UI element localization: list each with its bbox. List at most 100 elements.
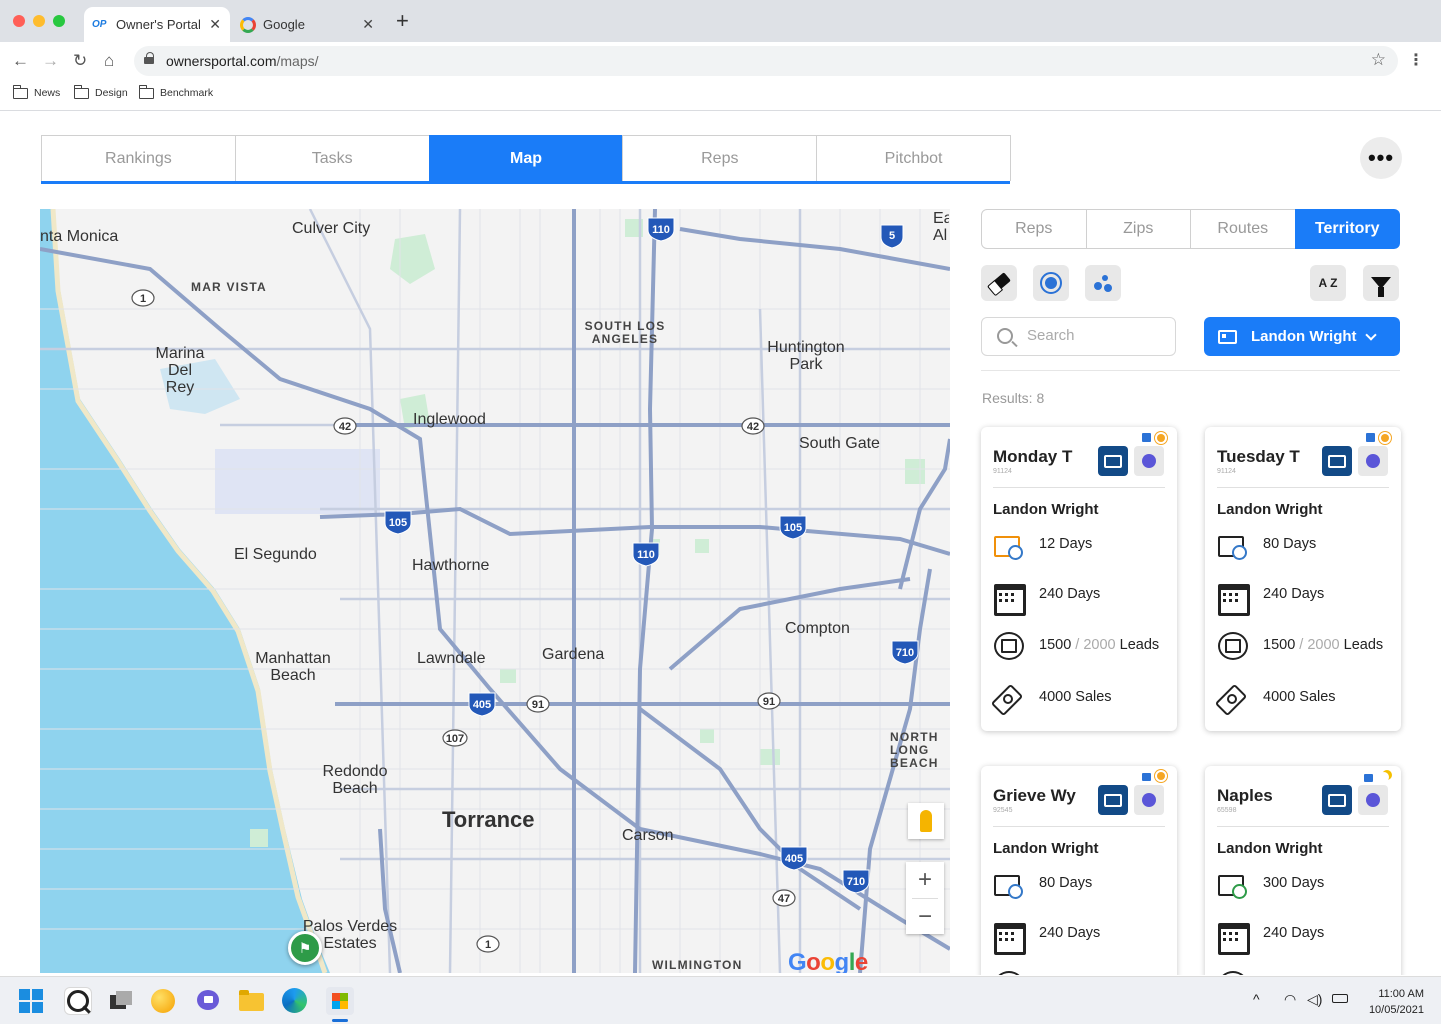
browser-tab-title: Google — [263, 17, 305, 32]
tab-tasks[interactable]: Tasks — [234, 135, 430, 181]
svg-text:47: 47 — [778, 893, 790, 905]
sort-button[interactable]: A Z — [1310, 265, 1346, 301]
search-icon[interactable] — [64, 987, 92, 1015]
leads-stat — [993, 969, 1173, 975]
clock-date: 10/05/2021 — [1368, 1004, 1424, 1016]
browser-menu-icon[interactable]: ⋮ — [1408, 50, 1424, 70]
file-explorer-icon[interactable] — [238, 987, 266, 1015]
days-total-stat: 240 Days — [993, 579, 1173, 616]
territory-card[interactable]: Monday T 91124 Landon Wright 12 Days 240… — [981, 427, 1177, 731]
new-tab-button[interactable]: + — [396, 10, 409, 32]
map-label: Marina Del Rey — [155, 345, 205, 396]
map-canvas: 1 42 42 91 91 107 47 1 110 105 105 110 5… — [40, 209, 950, 973]
bookmark-news[interactable]: News — [12, 84, 60, 99]
territory-magic-button[interactable] — [1134, 446, 1164, 476]
zoom-out-button[interactable]: − — [906, 899, 944, 935]
svg-text:110: 110 — [652, 224, 670, 236]
tab-pitchbot[interactable]: Pitchbot — [816, 135, 1011, 181]
bookmark-design[interactable]: Design — [73, 84, 128, 99]
reload-icon[interactable]: ↻ — [73, 51, 87, 71]
bookmark-star-icon[interactable]: ☆ — [1371, 50, 1386, 70]
id-card-icon — [1218, 329, 1237, 344]
results-count: Results: 8 — [982, 390, 1045, 406]
territory-settings-button[interactable] — [1098, 785, 1128, 815]
edge-icon[interactable] — [282, 988, 307, 1013]
circle-select-button[interactable] — [1033, 265, 1069, 301]
zoom-in-button[interactable]: + — [906, 862, 944, 898]
tab-panel-territory[interactable]: Territory — [1294, 209, 1400, 249]
map-view[interactable]: 1 42 42 91 91 107 47 1 110 105 105 110 5… — [40, 209, 950, 973]
territory-rep: Landon Wright — [993, 501, 1099, 518]
territory-card[interactable]: Grieve Wy 92545 Landon Wright 80 Days 24… — [981, 766, 1177, 975]
territory-rep: Landon Wright — [1217, 501, 1323, 518]
territory-card[interactable]: Naples 65598 Landon Wright 300 Days 240 … — [1205, 766, 1401, 975]
map-label: MAR VISTA — [191, 280, 267, 294]
battery-icon[interactable] — [1332, 994, 1348, 1003]
tab-panel-routes[interactable]: Routes — [1190, 209, 1296, 249]
tab-panel-reps[interactable]: Reps — [981, 209, 1087, 249]
more-options-button[interactable]: ••• — [1360, 137, 1402, 179]
territory-magic-button[interactable] — [1358, 446, 1388, 476]
browser-tab-google[interactable]: Google ✕ — [231, 7, 383, 42]
moon-icon — [1379, 772, 1389, 782]
search-input[interactable] — [1027, 327, 1167, 344]
widgets-icon[interactable] — [151, 989, 175, 1013]
browser-tab-strip: OP Owner's Portal ✕ Google ✕ + — [0, 0, 1441, 42]
clock-time: 11:00 AM — [1378, 988, 1424, 1000]
territory-settings-button[interactable] — [1098, 446, 1128, 476]
browser-tab-owners-portal[interactable]: OP Owner's Portal ✕ — [84, 7, 230, 42]
tab-reps[interactable]: Reps — [622, 135, 818, 181]
home-icon[interactable]: ⌂ — [104, 51, 114, 71]
price-tag-icon — [1217, 683, 1247, 711]
svg-text:1: 1 — [140, 293, 146, 305]
address-bar[interactable]: ownersportal.com/maps/ ☆ — [134, 46, 1398, 76]
chat-icon[interactable] — [195, 987, 223, 1015]
map-label: South Gate — [799, 435, 880, 452]
briefcase-badge-icon — [1142, 773, 1151, 781]
svg-text:710: 710 — [896, 647, 914, 659]
circle-select-icon — [1040, 272, 1062, 294]
bookmark-benchmark[interactable]: Benchmark — [138, 84, 213, 99]
task-view-icon[interactable] — [108, 987, 136, 1015]
panel-tabs: Reps Zips Routes Territory — [981, 209, 1400, 249]
territory-magic-button[interactable] — [1358, 785, 1388, 815]
leads-icon — [1217, 970, 1248, 975]
flag-marker-icon[interactable]: ⚑ — [288, 931, 322, 965]
calendar-icon — [993, 919, 1026, 955]
tray-overflow-chevron-icon[interactable]: ^ — [1253, 991, 1260, 1007]
google-logo: Google — [788, 949, 868, 973]
google-favicon-icon — [240, 16, 256, 33]
street-view-pegman-icon[interactable] — [908, 803, 944, 839]
window-minimize-button[interactable] — [33, 15, 45, 27]
folder-icon — [138, 84, 154, 99]
active-app-indicator — [332, 1019, 348, 1022]
tab-map[interactable]: Map — [428, 135, 624, 181]
volume-icon[interactable]: ◁) — [1307, 991, 1322, 1008]
forward-arrow-icon[interactable]: → — [42, 51, 59, 71]
leads-icon — [1217, 631, 1248, 660]
back-arrow-icon[interactable]: ← — [12, 51, 29, 71]
window-close-button[interactable] — [13, 15, 25, 27]
multi-select-button[interactable] — [1085, 265, 1121, 301]
days-left-stat: 12 Days — [993, 529, 1173, 560]
territory-settings-button[interactable] — [1322, 446, 1352, 476]
tab-rankings[interactable]: Rankings — [41, 135, 236, 181]
windows-start-icon[interactable] — [19, 989, 43, 1013]
territory-magic-button[interactable] — [1134, 785, 1164, 815]
user-select-dropdown[interactable]: Landon Wright — [1204, 317, 1400, 356]
filter-button[interactable] — [1363, 265, 1399, 301]
close-tab-icon[interactable]: ✕ — [362, 16, 374, 33]
eraser-tool-button[interactable] — [981, 265, 1017, 301]
window-maximize-button[interactable] — [53, 15, 65, 27]
close-tab-icon[interactable]: ✕ — [209, 16, 221, 33]
store-icon[interactable] — [326, 987, 354, 1015]
territory-card[interactable]: Tuesday T 91124 Landon Wright 80 Days 24… — [1205, 427, 1401, 731]
tab-panel-zips[interactable]: Zips — [1085, 209, 1191, 249]
bookmarks-bar: News Design Benchmark — [0, 80, 1441, 111]
magic-icon — [1142, 454, 1156, 468]
system-clock[interactable]: 11:00 AM 10/05/2021 — [1369, 986, 1424, 1018]
wifi-icon[interactable]: ◠ — [1284, 991, 1296, 1008]
map-label: Torrance — [442, 807, 535, 832]
territory-settings-button[interactable] — [1322, 785, 1352, 815]
zoom-controls: + − — [906, 862, 944, 934]
